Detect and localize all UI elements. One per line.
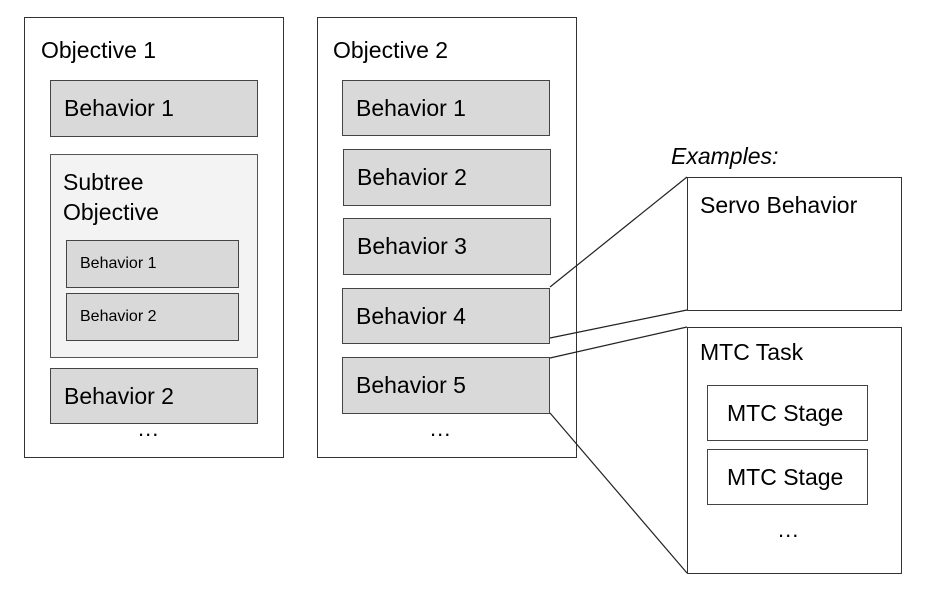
connector-behavior-4-to-servo-bottom <box>549 309 688 339</box>
servo-behavior-title: Servo Behavior <box>700 192 858 218</box>
connector-behavior-4-to-servo-top <box>549 176 688 288</box>
connector-behavior-5-to-mtc-bottom <box>549 412 688 574</box>
examples-heading: Examples: <box>671 143 779 169</box>
mtc-stage-1[interactable]: MTC Stage <box>707 385 868 441</box>
mtc-stages-ellipsis: ... <box>778 517 800 542</box>
mtc-stage-2[interactable]: MTC Stage <box>707 449 868 505</box>
mtc-task-title: MTC Task <box>700 339 804 365</box>
connector-behavior-5-to-mtc-top <box>549 326 688 359</box>
